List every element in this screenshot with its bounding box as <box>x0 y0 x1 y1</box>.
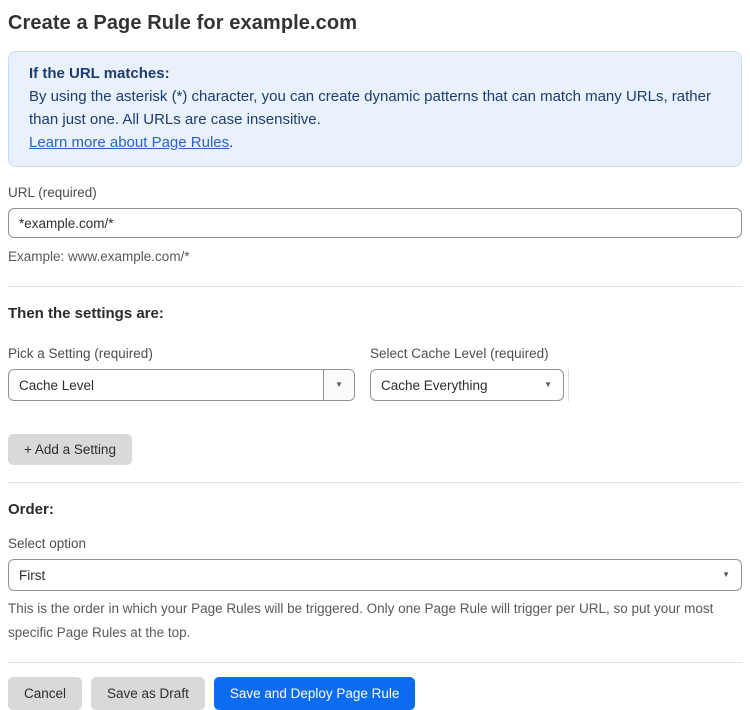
learn-more-link[interactable]: Learn more about Page Rules <box>29 134 229 151</box>
link-period: . <box>229 134 234 151</box>
pick-setting-dropdown[interactable]: Cache Level ▼ <box>8 369 355 401</box>
settings-row: Pick a Setting (required) Cache Level ▼ … <box>8 328 742 401</box>
save-draft-button[interactable]: Save as Draft <box>91 677 205 710</box>
divider <box>8 286 742 287</box>
cancel-button[interactable]: Cancel <box>8 677 83 710</box>
chevron-down-icon: ▼ <box>722 570 730 579</box>
save-deploy-button[interactable]: Save and Deploy Page Rule <box>213 677 416 710</box>
add-setting-button[interactable]: + Add a Setting <box>8 434 132 465</box>
chevron-down-icon: ▼ <box>544 380 552 389</box>
pick-setting-value: Cache Level <box>19 377 95 393</box>
cache-level-dropdown[interactable]: Cache Everything ▼ <box>370 369 564 401</box>
footer-actions: Cancel Save as Draft Save and Deploy Pag… <box>8 677 742 710</box>
divider <box>8 662 742 663</box>
chevron-down-icon: ▼ <box>323 370 354 400</box>
pick-setting-label: Pick a Setting (required) <box>8 346 153 361</box>
info-box-heading: If the URL matches: <box>29 65 170 82</box>
cache-level-column: Select Cache Level (required) Cache Ever… <box>370 328 564 401</box>
select-cache-level-label: Select Cache Level (required) <box>370 346 549 361</box>
url-helper: Example: www.example.com/* <box>8 249 190 264</box>
url-match-info-box: If the URL matches: By using the asteris… <box>8 51 742 167</box>
page-title: Create a Page Rule for example.com <box>8 12 358 34</box>
select-option-label: Select option <box>8 536 87 551</box>
url-input[interactable] <box>8 208 742 238</box>
cache-level-value: Cache Everything <box>381 377 488 393</box>
info-box-body: By using the asterisk (*) character, you… <box>29 88 711 128</box>
info-box-link-row: Learn more about Page Rules. <box>29 131 721 154</box>
url-label: URL (required) <box>8 185 97 200</box>
create-page-rule-form: Create a Page Rule for example.com If th… <box>0 0 750 710</box>
order-heading: Order: <box>8 501 54 518</box>
divider <box>8 482 742 483</box>
order-helper: This is the order in which your Page Rul… <box>8 601 714 640</box>
settings-heading: Then the settings are: <box>8 305 164 322</box>
order-dropdown[interactable]: First ▼ <box>8 559 742 591</box>
pick-setting-column: Pick a Setting (required) Cache Level ▼ <box>8 328 355 401</box>
setting-row-divider <box>568 369 569 401</box>
order-value: First <box>19 567 46 583</box>
